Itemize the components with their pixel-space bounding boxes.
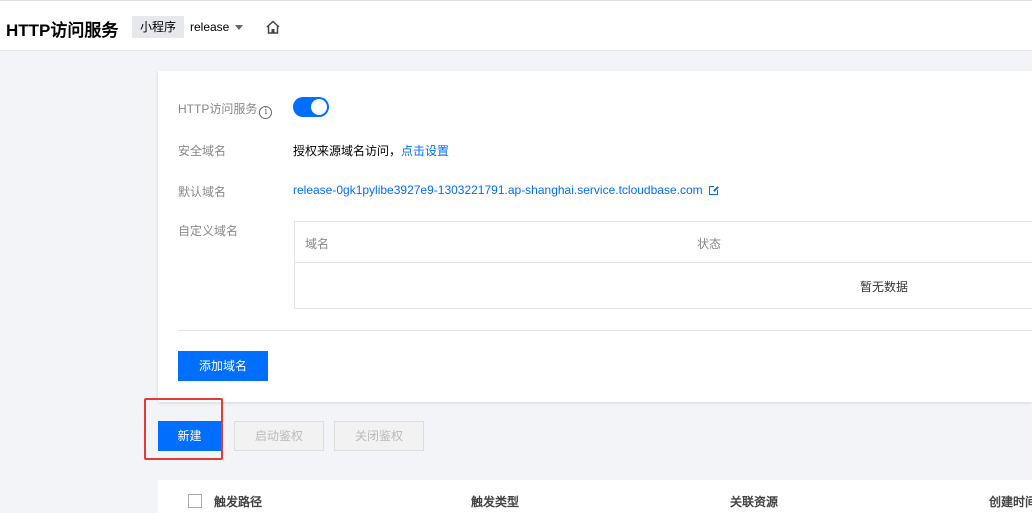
default-domain-label: 默认域名: [178, 185, 227, 199]
default-domain-link[interactable]: release-0gk1pylibe3927e9-1303221791.ap-s…: [293, 183, 703, 197]
custom-domain-label: 自定义域名: [178, 224, 239, 238]
disable-auth-button[interactable]: 关闭鉴权: [334, 421, 424, 451]
default-domain-value: release-0gk1pylibe3927e9-1303221791.ap-s…: [293, 183, 719, 197]
table-header: 域名 状态: [295, 222, 1032, 263]
column-linked-resource: 关联资源: [730, 495, 779, 509]
env-name: release: [190, 20, 230, 34]
top-bar: HTTP访问服务 小程序 release: [0, 0, 1032, 51]
info-icon[interactable]: i: [259, 106, 273, 119]
http-service-toggle[interactable]: [293, 97, 329, 117]
external-link-icon[interactable]: [708, 185, 719, 195]
custom-domain-table: 域名 状态 暂无数据: [294, 221, 1032, 309]
toggle-knob: [311, 99, 327, 115]
secure-domain-settings-link[interactable]: 点击设置: [401, 144, 449, 158]
column-trigger-type: 触发类型: [471, 495, 520, 509]
column-header-domain: 域名: [305, 237, 330, 251]
add-domain-button[interactable]: 添加域名: [178, 351, 268, 381]
secure-domain-value: 授权来源域名访问，点击设置: [293, 144, 450, 158]
secure-domain-label: 安全域名: [178, 144, 227, 158]
page-title: HTTP访问服务: [6, 21, 119, 40]
column-header-status: 状态: [697, 237, 722, 251]
highlight-box: [144, 398, 223, 460]
select-all-checkbox[interactable]: [188, 494, 202, 508]
http-service-label: HTTP访问服务 i: [178, 100, 273, 119]
enable-auth-button[interactable]: 启动鉴权: [234, 421, 324, 451]
env-selector[interactable]: release: [190, 16, 244, 38]
divider: [178, 330, 1032, 331]
http-service-settings-card: HTTP访问服务 i 安全域名 授权来源域名访问，点击设置 默认域名 releas…: [158, 71, 1032, 402]
trigger-list-header: 触发路径 触发类型 关联资源 创建时间: [158, 480, 1032, 513]
caret-down-icon: [235, 25, 244, 31]
home-icon[interactable]: [265, 19, 281, 35]
empty-state-text: 暂无数据: [860, 280, 909, 294]
column-created-time: 创建时间: [989, 495, 1032, 509]
env-type-tag: 小程序: [132, 16, 185, 38]
column-trigger-path: 触发路径: [214, 495, 263, 509]
